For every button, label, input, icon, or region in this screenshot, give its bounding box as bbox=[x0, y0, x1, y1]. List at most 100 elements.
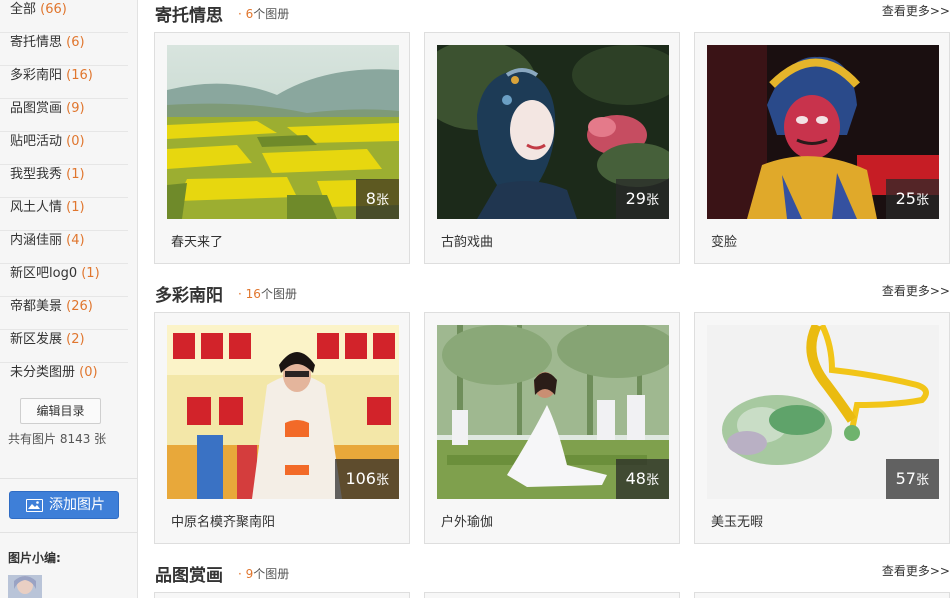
view-more-link[interactable]: 查看更多>> bbox=[882, 562, 950, 579]
divider bbox=[0, 478, 138, 479]
section-count-suffix: 个图册 bbox=[253, 567, 290, 581]
editor-title: 图片小编: bbox=[8, 551, 61, 565]
category-count: (26) bbox=[66, 299, 93, 314]
section-count-dot: · bbox=[238, 287, 242, 301]
add-picture-button[interactable]: 添加图片 bbox=[9, 491, 119, 519]
photo-unit: 张 bbox=[645, 473, 659, 488]
album-card[interactable]: 106张 中原名模齐聚南阳 bbox=[154, 312, 410, 544]
photo-unit: 张 bbox=[645, 193, 659, 208]
album-caption[interactable]: 美玉无暇 bbox=[711, 511, 763, 530]
photo-count-badge: 25张 bbox=[885, 179, 939, 219]
section-title: 多彩南阳 bbox=[155, 286, 223, 306]
section-title: 品图赏画 bbox=[155, 566, 223, 586]
category-count: (16) bbox=[66, 68, 93, 83]
album-caption[interactable]: 春天来了 bbox=[171, 231, 223, 250]
album-thumbnail: 29张 bbox=[437, 45, 669, 219]
category-label: 未分类图册 bbox=[10, 365, 76, 380]
album-card[interactable]: 8张 春天来了 bbox=[154, 32, 410, 264]
category-item-pintushanghua[interactable]: 品图赏画 (9) bbox=[0, 99, 128, 132]
album-caption[interactable]: 中原名模齐聚南阳 bbox=[171, 511, 275, 530]
photo-unit: 张 bbox=[915, 193, 929, 208]
category-label: 贴吧活动 bbox=[10, 134, 63, 149]
photo-count: 8 bbox=[365, 189, 376, 208]
album-card[interactable] bbox=[424, 592, 680, 598]
category-label: 寄托情思 bbox=[10, 35, 63, 50]
photo-count-badge: 57张 bbox=[885, 459, 939, 499]
section-count: · 9个图册 bbox=[238, 565, 289, 582]
album-card[interactable]: 25张 变脸 bbox=[694, 32, 950, 264]
category-label: 品图赏画 bbox=[10, 101, 63, 116]
category-item-xinqufazhan[interactable]: 新区发展 (2) bbox=[0, 330, 128, 363]
album-page: 全部 (66) 寄托情思 (6) 多彩南阳 (16) 品图赏画 (9) 贴吧活动… bbox=[0, 0, 952, 598]
category-count: (4) bbox=[66, 233, 85, 248]
section-count-suffix: 个图册 bbox=[253, 7, 290, 21]
album-thumbnail: 48张 bbox=[437, 325, 669, 499]
picture-icon bbox=[26, 499, 43, 512]
section-count-dot: · bbox=[238, 567, 242, 581]
photo-count: 25 bbox=[895, 189, 916, 208]
photo-count-badge: 8张 bbox=[355, 179, 399, 219]
photo-unit: 张 bbox=[915, 473, 929, 488]
category-item-fengturenqing[interactable]: 风土人情 (1) bbox=[0, 198, 128, 231]
category-item-tiebahuodong[interactable]: 贴吧活动 (0) bbox=[0, 132, 128, 165]
photo-count-badge: 48张 bbox=[615, 459, 669, 499]
album-card[interactable]: 57张 美玉无暇 bbox=[694, 312, 950, 544]
category-count: (9) bbox=[66, 101, 85, 116]
category-item-diduemeijing[interactable]: 帝都美景 (26) bbox=[0, 297, 128, 330]
view-more-link[interactable]: 查看更多>> bbox=[882, 2, 950, 19]
add-picture-label: 添加图片 bbox=[49, 497, 105, 513]
photo-count: 48 bbox=[625, 469, 646, 488]
photo-count-badge: 106张 bbox=[335, 459, 399, 499]
view-more-link[interactable]: 查看更多>> bbox=[882, 282, 950, 299]
album-card[interactable]: 48张 户外瑜伽 bbox=[424, 312, 680, 544]
album-caption[interactable]: 古韵戏曲 bbox=[441, 231, 493, 250]
photo-count: 57 bbox=[895, 469, 916, 488]
album-caption[interactable]: 变脸 bbox=[711, 231, 737, 250]
category-count: (66) bbox=[40, 2, 67, 17]
category-item-jituoqingsi[interactable]: 寄托情思 (6) bbox=[0, 33, 128, 66]
section-count-number: 16 bbox=[245, 287, 261, 301]
category-count: (1) bbox=[66, 200, 85, 215]
photo-count-badge: 29张 bbox=[615, 179, 669, 219]
edit-directory-button[interactable]: 编辑目录 bbox=[20, 398, 101, 424]
photo-count: 106 bbox=[345, 469, 376, 488]
total-photos-text: 共有图片 8143 张 bbox=[8, 432, 107, 446]
album-card[interactable] bbox=[694, 592, 950, 598]
category-count: (0) bbox=[79, 365, 98, 380]
category-item-all[interactable]: 全部 (66) bbox=[0, 0, 128, 33]
category-label: 我型我秀 bbox=[10, 167, 63, 182]
category-label: 内涵佳丽 bbox=[10, 233, 63, 248]
photo-unit: 张 bbox=[375, 473, 389, 488]
album-thumbnail: 25张 bbox=[707, 45, 939, 219]
divider bbox=[0, 532, 138, 533]
category-label: 风土人情 bbox=[10, 200, 63, 215]
album-card[interactable] bbox=[154, 592, 410, 598]
album-thumbnail: 106张 bbox=[167, 325, 399, 499]
editor-avatar[interactable] bbox=[8, 575, 42, 598]
section-count: · 16个图册 bbox=[238, 285, 297, 302]
album-thumbnail: 8张 bbox=[167, 45, 399, 219]
category-item-woxingwoxiu[interactable]: 我型我秀 (1) bbox=[0, 165, 128, 198]
category-label: 多彩南阳 bbox=[10, 68, 63, 83]
category-item-xinqubalogo[interactable]: 新区吧log0 (1) bbox=[0, 264, 128, 297]
album-card[interactable]: 29张 古韵戏曲 bbox=[424, 32, 680, 264]
category-item-neihanjiali[interactable]: 内涵佳丽 (4) bbox=[0, 231, 128, 264]
category-item-weifenlei[interactable]: 未分类图册 (0) bbox=[0, 363, 128, 396]
photo-count: 29 bbox=[625, 189, 646, 208]
album-caption[interactable]: 户外瑜伽 bbox=[441, 511, 493, 530]
category-count: (1) bbox=[81, 266, 100, 281]
category-label: 新区吧log0 bbox=[10, 266, 78, 281]
category-count: (1) bbox=[66, 167, 85, 182]
category-item-duocainanyang[interactable]: 多彩南阳 (16) bbox=[0, 66, 128, 99]
photo-unit: 张 bbox=[375, 193, 389, 208]
sidebar: 全部 (66) 寄托情思 (6) 多彩南阳 (16) 品图赏画 (9) 贴吧活动… bbox=[0, 0, 138, 598]
category-count: (6) bbox=[66, 35, 85, 50]
category-label: 全部 bbox=[10, 2, 37, 17]
section-count-suffix: 个图册 bbox=[260, 287, 297, 301]
category-count: (0) bbox=[66, 134, 85, 149]
category-label: 帝都美景 bbox=[10, 299, 63, 314]
section-title: 寄托情思 bbox=[155, 6, 223, 26]
section-count: · 6个图册 bbox=[238, 5, 289, 22]
category-count: (2) bbox=[66, 332, 85, 347]
album-thumbnail: 57张 bbox=[707, 325, 939, 499]
